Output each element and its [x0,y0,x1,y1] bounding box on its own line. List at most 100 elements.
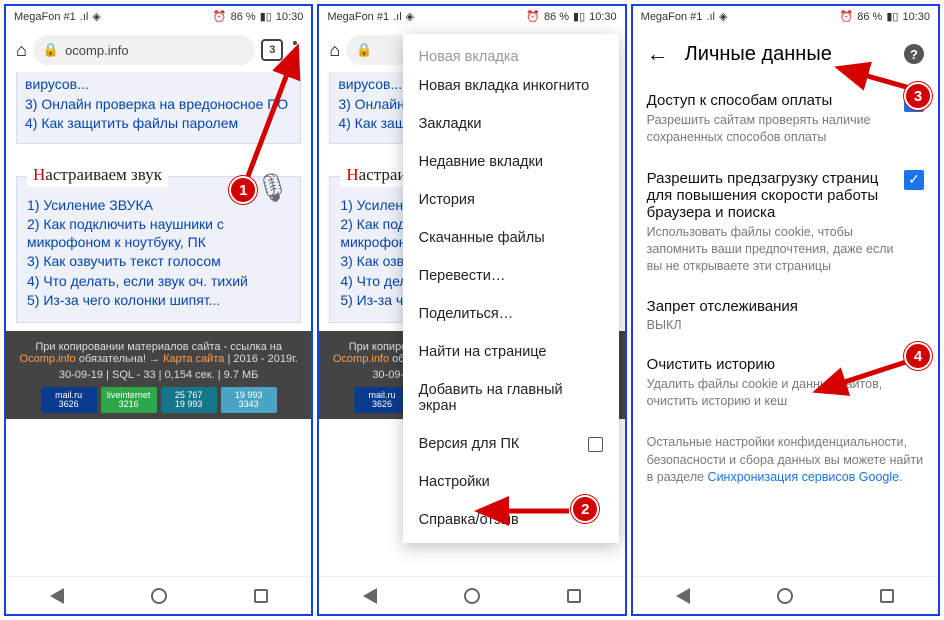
wifi-icon: ◈ [406,12,414,23]
system-nav-bar [633,576,938,614]
battery-icon: ▮▯ [260,12,272,23]
sound-link-3[interactable]: 3) Как озвучить текст голосом [27,253,290,271]
lock-icon: 🔒 [43,42,59,58]
menu-share[interactable]: Поделиться… [403,295,619,333]
nav-recents-icon[interactable] [880,589,894,603]
badge-liveinternet[interactable]: liveinternet3216 [101,387,157,413]
nav-back-icon[interactable] [676,588,690,604]
browser-toolbar: ⌂ 🔒 ocomp.info 3 [6,28,311,72]
alarm-icon: ⏰ [526,12,540,23]
footer-link-ocomp[interactable]: Ocomp.info [20,353,76,365]
link-online-check[interactable]: 3) Онлайн проверка на вредоносное ПО [25,96,292,114]
badge-counter-3[interactable]: 19 9933343 [221,387,277,413]
preload-title: Разрешить предзагрузку страниц для повыш… [647,170,894,221]
preload-desc: Использовать файлы cookie, чтобы запомни… [647,224,894,275]
status-bar: MegaFon #1 .ıl ◈ ⏰ 86 % ▮▯ 10:30 [6,6,311,28]
lock-icon: 🔒 [356,42,372,58]
sound-section: Настраиваем звук 🎙 1) Усиление ЗВУКА 2) … [16,176,301,323]
clear-title: Очистить историю [647,356,924,373]
nav-back-icon[interactable] [363,588,377,604]
page-footer: При копировании материалов сайта - ссылк… [6,331,311,419]
badge-mailru[interactable]: mail.ru3626 [41,387,97,413]
checkbox-checked-icon[interactable]: ✓ [904,170,924,190]
url-bar[interactable]: 🔒 ocomp.info [33,35,255,65]
signal-icon: .ıl [706,12,715,23]
setting-clear-history[interactable]: Очистить историю Удалить файлы cookie и … [633,344,938,422]
wifi-icon: ◈ [92,12,100,23]
battery-icon: ▮▯ [886,12,898,23]
setting-payment-access[interactable]: Доступ к способам оплаты Разрешить сайта… [633,80,938,158]
badge-mailru: mail.ru3626 [354,387,410,413]
badge-counter-2[interactable]: 25 76719 993 [161,387,217,413]
menu-recent-tabs[interactable]: Недавние вкладки [403,143,619,181]
footer-counters: mail.ru3626 liveinternet3216 25 76719 99… [12,387,305,413]
payment-desc: Разрешить сайтам проверять наличие сохра… [647,112,894,146]
home-icon[interactable]: ⌂ [329,40,340,61]
footer-stats: 30-09-19 | SQL - 33 | 0,154 сек. | 9.7 М… [12,369,305,381]
clock-time: 10:30 [589,11,617,23]
link-virus-cont[interactable]: вирусов... [25,76,292,94]
dnt-title: Запрет отслеживания [647,298,924,315]
alarm-icon: ⏰ [213,12,227,23]
nav-back-icon[interactable] [50,588,64,604]
battery-percent: 86 % [544,11,569,23]
overflow-menu: Новая вкладка Новая вкладка инкогнито За… [403,34,619,543]
menu-bookmarks[interactable]: Закладки [403,105,619,143]
menu-desktop-label: Версия для ПК [419,436,520,452]
alarm-icon: ⏰ [840,12,854,23]
system-nav-bar [6,576,311,614]
sound-link-4[interactable]: 4) Что делать, если звук оч. тихий [27,273,290,291]
tabs-button[interactable]: 3 [261,39,283,61]
battery-percent: 86 % [231,11,256,23]
callout-badge-4: 4 [904,342,932,370]
nav-home-icon[interactable] [777,588,793,604]
menu-new-tab[interactable]: Новая вкладка [403,38,619,67]
nav-recents-icon[interactable] [567,589,581,603]
settings-title: Личные данные [685,43,832,66]
carrier-label: MegaFon #1 [641,11,703,23]
link-protect-files[interactable]: 4) Как защитить файлы паролем [25,115,292,133]
clock-time: 10:30 [276,11,304,23]
menu-history[interactable]: История [403,181,619,219]
status-bar: MegaFon #1 .ıl ◈ ⏰ 86 % ▮▯ 10:30 [319,6,624,28]
footer-text: При копировании материалов сайта - ссылк… [35,341,282,353]
tab-count: 3 [269,44,275,56]
nav-recents-icon[interactable] [254,589,268,603]
menu-find-in-page[interactable]: Найти на странице [403,333,619,371]
phone-screenshot-3: MegaFon #1 .ıl ◈ ⏰ 86 % ▮▯ 10:30 ← Личны… [631,4,940,616]
footer-link-sitemap[interactable]: Карта сайта [163,353,224,365]
clock-time: 10:30 [902,11,930,23]
help-icon[interactable]: ? [904,44,924,64]
wifi-icon: ◈ [719,12,727,23]
signal-icon: .ıl [393,12,402,23]
callout-badge-3: 3 [904,82,932,110]
dnt-value: ВЫКЛ [647,318,924,332]
setting-page-preload[interactable]: Разрешить предзагрузку страниц для повыш… [633,158,938,287]
menu-desktop-site[interactable]: Версия для ПК [403,425,619,463]
system-nav-bar [319,576,624,614]
checkbox-icon[interactable] [588,437,603,452]
menu-translate[interactable]: Перевести… [403,257,619,295]
footer-link-ocomp: Ocomp.info [333,353,389,365]
phone-screenshot-2: MegaFon #1 .ıl ◈ ⏰ 86 % ▮▯ 10:30 ⌂ 🔒 вир… [317,4,626,616]
home-icon[interactable]: ⌂ [16,40,27,61]
back-icon[interactable]: ← [647,41,669,67]
carrier-label: MegaFon #1 [14,11,76,23]
signal-icon: .ıl [80,12,89,23]
menu-add-homescreen[interactable]: Добавить на главный экран [403,371,619,425]
microphone-icon: 🎙 [255,171,291,204]
link-google-sync[interactable]: Синхронизация сервисов Google [708,470,900,484]
setting-do-not-track[interactable]: Запрет отслеживания ВЫКЛ [633,286,938,344]
payment-title: Доступ к способам оплаты [647,92,894,109]
sound-link-5[interactable]: 5) Из-за чего колонки шипят... [27,292,290,310]
sound-link-2[interactable]: 2) Как подключить наушники с микрофоном … [27,216,290,251]
nav-home-icon[interactable] [464,588,480,604]
settings-footer-note: Остальные настройки конфиденциальности, … [633,422,938,499]
overflow-menu-icon[interactable] [289,37,301,63]
menu-downloads[interactable]: Скачанные файлы [403,219,619,257]
phone-screenshot-1: MegaFon #1 .ıl ◈ ⏰ 86 % ▮▯ 10:30 ⌂ 🔒 oco… [4,4,313,616]
settings-header: ← Личные данные ? [633,28,938,80]
battery-icon: ▮▯ [573,12,585,23]
menu-new-incognito[interactable]: Новая вкладка инкогнито [403,67,619,105]
nav-home-icon[interactable] [151,588,167,604]
